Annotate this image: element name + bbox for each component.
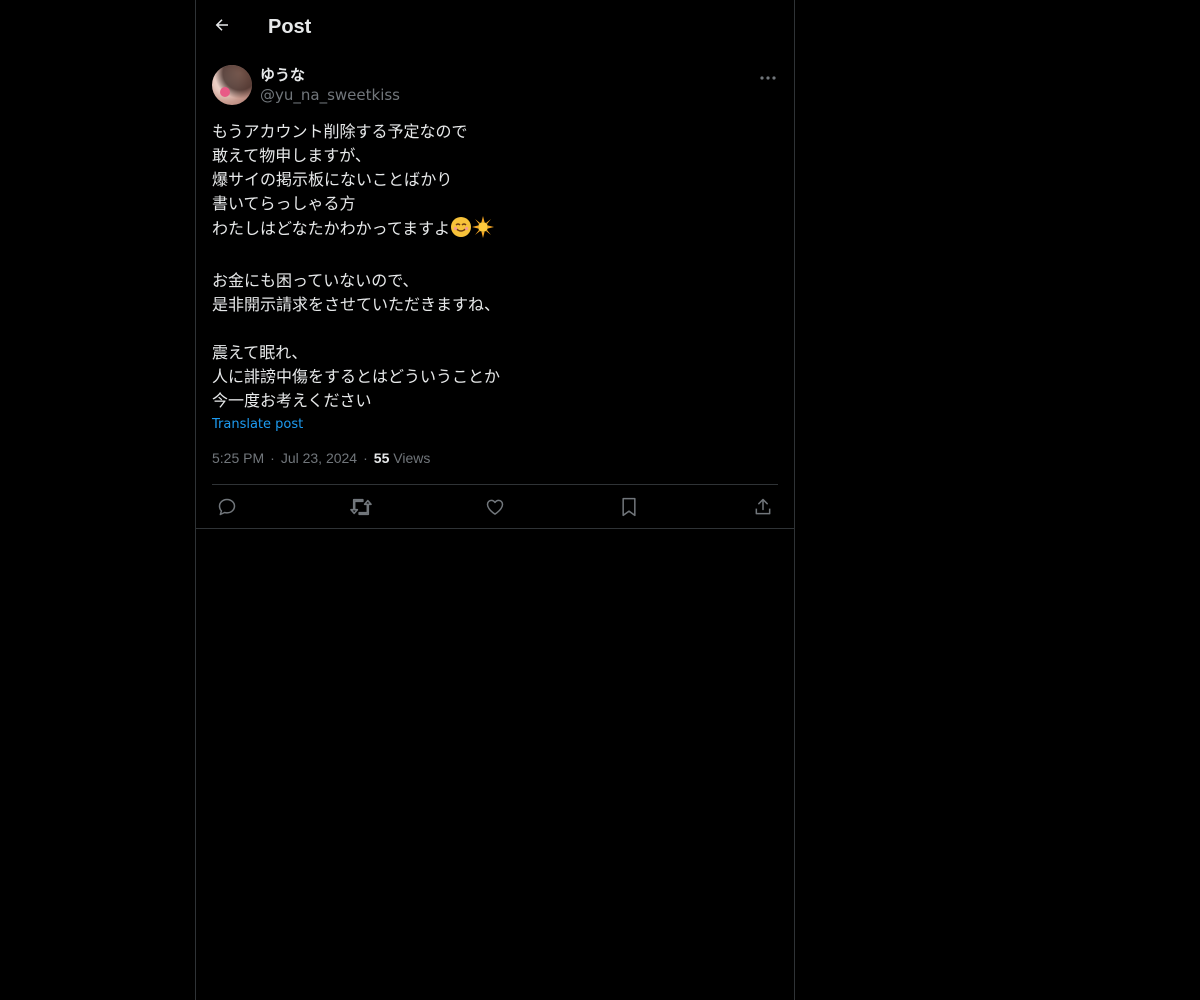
author-row: ゆうな @yu_na_sweetkiss bbox=[212, 64, 778, 106]
sun-emoji bbox=[472, 216, 495, 245]
post-time[interactable]: 5:25 PM bbox=[212, 450, 264, 466]
post-line: 今一度お考えください bbox=[212, 391, 372, 410]
more-icon bbox=[760, 65, 776, 84]
repost-button[interactable] bbox=[350, 498, 372, 520]
post-line: 書いてらっしゃる方 bbox=[212, 194, 356, 213]
views-count: 55 bbox=[373, 450, 390, 466]
more-button[interactable] bbox=[758, 64, 778, 84]
post-line: 爆サイの掲示板にないことばかり bbox=[212, 170, 453, 189]
reply-icon bbox=[217, 497, 237, 521]
post-line: 敢えて物申しますが、 bbox=[212, 146, 371, 165]
bookmark-icon bbox=[620, 497, 638, 521]
avatar[interactable] bbox=[212, 65, 252, 105]
page-title: Post bbox=[268, 15, 312, 38]
like-button[interactable] bbox=[484, 498, 506, 520]
header: Post bbox=[196, 0, 794, 54]
post-line: お金にも困っていないので、 bbox=[212, 271, 419, 290]
post-line: 震えて眠れ、 bbox=[212, 343, 308, 362]
post-body: もうアカウント削除する予定なので 敢えて物申しますが、 爆サイの掲示板にないこと… bbox=[212, 120, 778, 413]
post-line: わたしはどなたかわかってますよ bbox=[212, 219, 451, 238]
like-icon bbox=[485, 497, 505, 521]
post: ゆうな @yu_na_sweetkiss もうアカウント削除する予定なので 敢え… bbox=[196, 54, 794, 532]
back-button[interactable] bbox=[212, 17, 232, 37]
arrow-left-icon bbox=[213, 16, 231, 38]
author-handle[interactable]: @yu_na_sweetkiss bbox=[260, 85, 400, 105]
post-bottom-border bbox=[196, 528, 794, 529]
post-line: もうアカウント削除する予定なので bbox=[212, 122, 468, 141]
post-line: 是非開示請求をさせていただきますね、 bbox=[212, 295, 501, 314]
repost-icon bbox=[350, 497, 372, 521]
timeline-column: Post ゆうな @yu_na_sweetkiss もうアカウント削除する予定な… bbox=[195, 0, 795, 1000]
share-icon bbox=[753, 497, 773, 521]
translate-post-link[interactable]: Translate post bbox=[212, 417, 303, 432]
action-bar bbox=[212, 485, 778, 532]
post-date[interactable]: Jul 23, 2024 bbox=[281, 450, 357, 466]
author-display-name[interactable]: ゆうな bbox=[260, 65, 400, 85]
smiling-face-emoji bbox=[450, 216, 472, 245]
views-label: Views bbox=[393, 450, 431, 466]
bookmark-button[interactable] bbox=[618, 497, 640, 521]
reply-button[interactable] bbox=[216, 498, 238, 520]
share-button[interactable] bbox=[752, 498, 774, 520]
post-meta: 5:25 PM · Jul 23, 2024 · 55 Views bbox=[212, 450, 431, 466]
post-line: 人に誹謗中傷をするとはどういうことか bbox=[212, 367, 501, 386]
